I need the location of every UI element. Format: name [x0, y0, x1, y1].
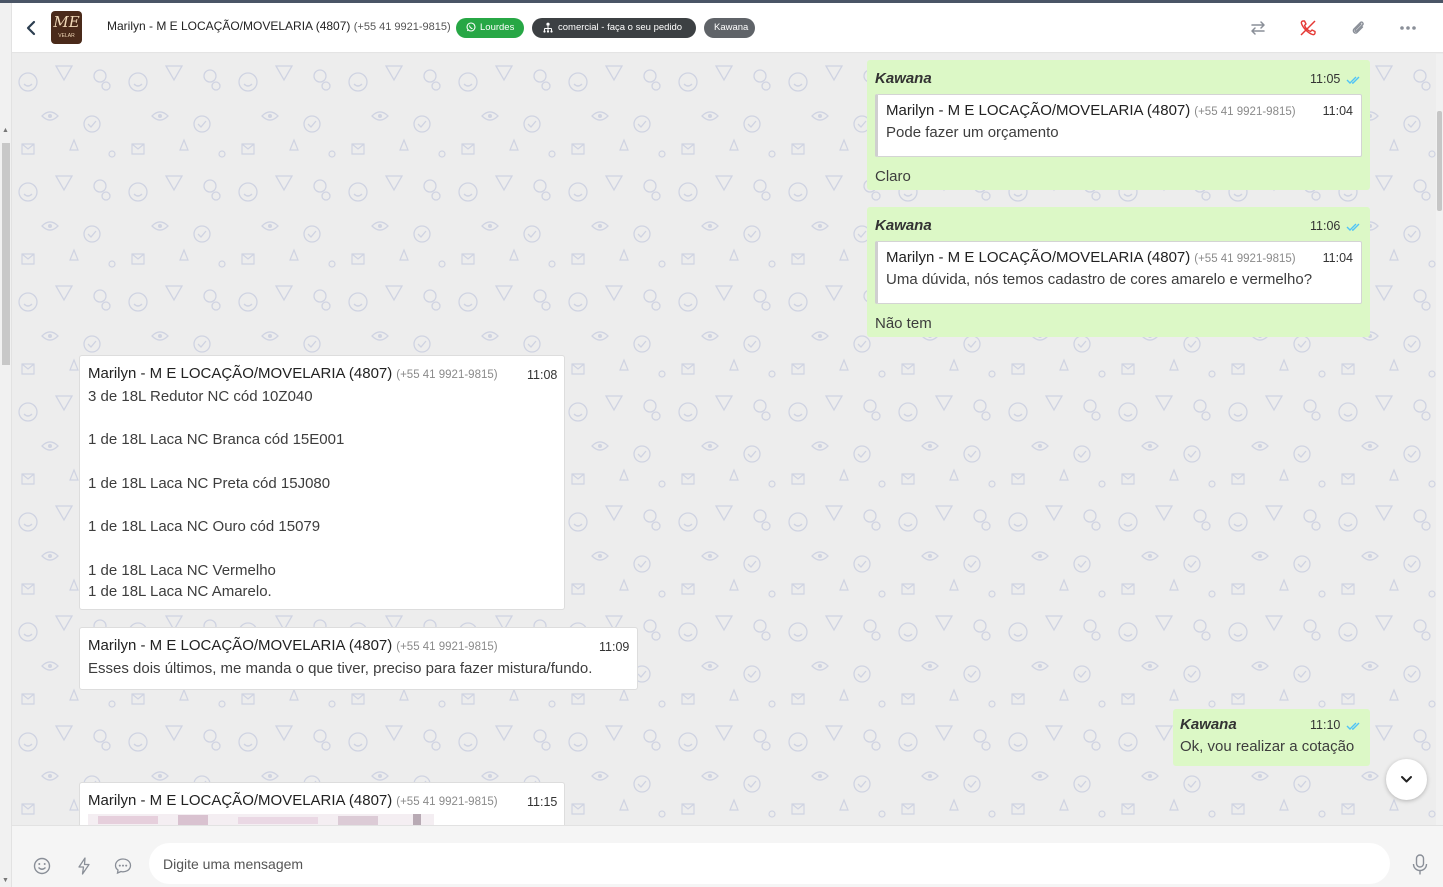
message-time: 11:05 [1310, 72, 1341, 86]
read-receipt-icon [1346, 722, 1360, 730]
message-line: 1 de 18L Laca NC Vermelho [88, 561, 276, 579]
quoted-time: 11:04 [1322, 251, 1353, 265]
message-text: Ok, vou realizar a cotação [1180, 738, 1355, 755]
message-bubble-incoming[interactable]: Marilyn - M E LOCAÇÃO/MOVELARIA (4807) (+… [79, 627, 638, 690]
contact-name: Marilyn - M E LOCAÇÃO/MOVELARIA (4807) [107, 19, 351, 33]
message-time: 11:15 [527, 795, 558, 809]
emoji-icon[interactable] [32, 856, 52, 876]
message-line: 1 de 18L Laca NC Preta cód 15J080 [88, 474, 331, 492]
message-line: 1 de 18L Laca NC Amarelo. [88, 583, 272, 601]
tag-lourdes[interactable]: Lourdes [456, 18, 524, 38]
quoted-message[interactable]: Marilyn - M E LOCAÇÃO/MOVELARIA (4807) (+… [875, 94, 1362, 157]
message-sender: Marilyn - M E LOCAÇÃO/MOVELARIA (4807) (+… [88, 365, 498, 382]
message-line-blank [88, 408, 344, 430]
message-sender: Kawana [875, 70, 932, 87]
quoted-message[interactable]: Marilyn - M E LOCAÇÃO/MOVELARIA (4807) (+… [875, 241, 1362, 304]
chat-scrollbar[interactable] [1436, 54, 1443, 825]
tag-kawana[interactable]: Kawana [704, 18, 755, 38]
message-sender: Kawana [1180, 716, 1237, 733]
chat-header: ME VELAR Marilyn - M E LOCAÇÃO/MOVELARIA… [12, 3, 1443, 53]
transfer-icon[interactable] [1248, 18, 1268, 38]
message-bubble-incoming[interactable]: Marilyn - M E LOCAÇÃO/MOVELARIA (4807) (+… [79, 782, 565, 825]
message-time: 11:06 [1310, 219, 1341, 233]
message-bubble-incoming[interactable]: Marilyn - M E LOCAÇÃO/MOVELARIA (4807) (+… [79, 355, 565, 610]
message-time: 11:08 [527, 368, 558, 382]
message-composer-bar [12, 825, 1443, 887]
message-line-blank [88, 451, 344, 473]
quoted-time: 11:04 [1322, 104, 1353, 118]
avatar[interactable]: ME VELAR [51, 11, 82, 44]
scrollbar-thumb[interactable] [1437, 111, 1442, 211]
message-text: Claro [875, 168, 911, 185]
blurred-image-preview[interactable] [88, 814, 434, 825]
message-input[interactable] [149, 843, 1390, 884]
tag-label: Lourdes [480, 22, 515, 33]
quoted-text: Pode fazer um orçamento [886, 124, 1059, 141]
message-line-blank [88, 494, 344, 516]
scrollbar-thumb[interactable] [2, 143, 10, 365]
message-text: 3 de 18L Redutor NC cód 10Z040 1 de 18L … [88, 386, 344, 603]
team-icon [543, 22, 553, 33]
end-call-icon[interactable] [1298, 18, 1318, 38]
message-sender: Kawana [875, 217, 932, 234]
quoted-text: Uma dúvida, nós temos cadastro de cores … [886, 271, 1313, 288]
scroll-up-arrow-icon[interactable]: ▲ [2, 127, 9, 135]
read-receipt-icon [1346, 223, 1360, 231]
quoted-sender: Marilyn - M E LOCAÇÃO/MOVELARIA (4807) (+… [886, 102, 1296, 119]
avatar-logo: ME [53, 13, 80, 31]
contact-phone: (+55 41 9921-9815) [353, 21, 451, 33]
message-line-blank [88, 538, 344, 560]
tag-label: Kawana [714, 22, 749, 33]
left-scrollbar[interactable]: ▲ ▼ [0, 3, 12, 887]
message-line: 3 de 18L Redutor NC cód 10Z040 [88, 388, 313, 405]
message-bubble-outgoing[interactable]: Kawana 11:06 Marilyn - M E LOCAÇÃO/MOVEL… [867, 207, 1370, 337]
message-sender: Marilyn - M E LOCAÇÃO/MOVELARIA (4807) (+… [88, 792, 498, 809]
message-time: 11:09 [599, 640, 630, 654]
tag-label: comercial - faça o seu pedido [558, 22, 683, 33]
contact-title: Marilyn - M E LOCAÇÃO/MOVELARIA (4807) (… [107, 19, 451, 33]
message-text: Não tem [875, 315, 932, 332]
message-line: 1 de 18L Laca NC Branca cód 15E001 [88, 431, 345, 449]
attach-icon[interactable] [1348, 18, 1368, 38]
message-time: 11:10 [1310, 718, 1341, 732]
back-arrow-icon[interactable] [22, 17, 40, 39]
chat-bubble-icon[interactable] [113, 856, 133, 876]
whatsapp-icon [466, 22, 476, 33]
quick-reply-icon[interactable] [74, 856, 94, 876]
mic-icon[interactable] [1410, 853, 1430, 877]
read-receipt-icon [1346, 76, 1360, 84]
tag-comercial[interactable]: comercial - faça o seu pedido [532, 18, 696, 38]
chat-area[interactable]: Kawana 11:05 Marilyn - M E LOCAÇÃO/MOVEL… [12, 54, 1436, 825]
scroll-to-bottom-button[interactable] [1386, 759, 1427, 800]
message-line: 1 de 18L Laca NC Ouro cód 15079 [88, 518, 321, 536]
chevron-down-icon [1401, 776, 1412, 783]
quoted-sender: Marilyn - M E LOCAÇÃO/MOVELARIA (4807) (+… [886, 249, 1296, 266]
message-sender: Marilyn - M E LOCAÇÃO/MOVELARIA (4807) (+… [88, 637, 498, 654]
more-icon[interactable] [1398, 18, 1418, 38]
scroll-down-arrow-icon[interactable]: ▼ [2, 877, 9, 885]
message-bubble-outgoing[interactable]: Kawana 11:10 Ok, vou realizar a cotação [1173, 709, 1370, 766]
avatar-logo-sub: VELAR [58, 33, 75, 39]
message-text: Esses dois últimos, me manda o que tiver… [88, 660, 593, 677]
message-bubble-outgoing[interactable]: Kawana 11:05 Marilyn - M E LOCAÇÃO/MOVEL… [867, 60, 1370, 190]
